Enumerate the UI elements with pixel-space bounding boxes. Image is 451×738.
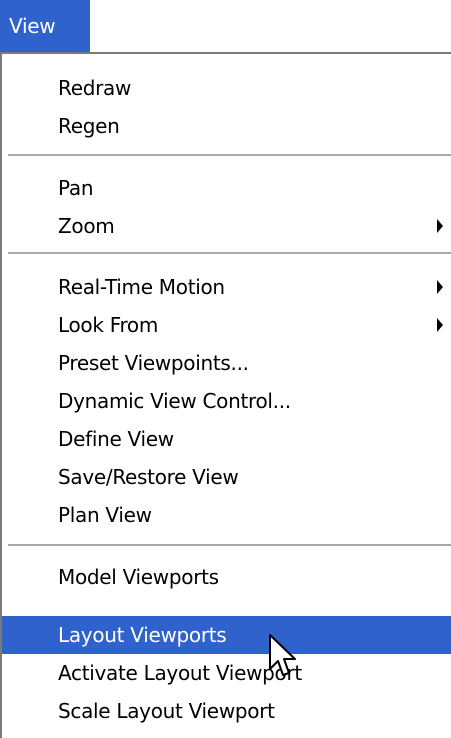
menu-item-preset-viewpoints[interactable]: Preset Viewpoints... — [2, 344, 451, 382]
menu-item-label: Model Viewports — [58, 565, 219, 589]
menu-item-regen[interactable]: Regen — [2, 107, 451, 145]
menu-item-label: Real-Time Motion — [58, 275, 225, 299]
submenu-arrow-icon — [437, 318, 443, 332]
menu-item-look-from[interactable]: Look From — [2, 306, 451, 344]
menu-item-label: Redraw — [58, 76, 132, 100]
menu-item-layout-viewports[interactable]: Layout Viewports — [2, 616, 451, 654]
menu-item-plan-view[interactable]: Plan View — [2, 496, 451, 534]
menu-item-label: Scale Layout Viewport — [58, 699, 275, 723]
arrow-pointer-icon — [269, 634, 296, 676]
menu-item-label: Pan — [58, 176, 94, 200]
menu-item-redraw[interactable]: Redraw — [2, 69, 451, 107]
view-menu-title[interactable]: View — [0, 0, 90, 52]
menu-item-scale-layout-viewport[interactable]: Scale Layout Viewport — [2, 692, 451, 730]
menu-item-label: Zoom — [58, 214, 115, 238]
menu-separator — [8, 252, 451, 255]
menu-separator — [8, 154, 451, 157]
menu-item-label: Look From — [58, 313, 159, 337]
menu-item-pan[interactable]: Pan — [2, 169, 451, 207]
menu-item-label: Dynamic View Control... — [58, 389, 291, 413]
menu-item-label: Activate Layout Viewport — [58, 661, 302, 685]
menu-item-save-restore-view[interactable]: Save/Restore View — [2, 458, 451, 496]
submenu-arrow-icon — [437, 219, 443, 233]
menu-item-label: Layout Viewports — [58, 623, 227, 647]
menu-item-zoom[interactable]: Zoom — [2, 207, 451, 245]
menu-item-dynamic-view-control[interactable]: Dynamic View Control... — [2, 382, 451, 420]
menu-item-label: Preset Viewpoints... — [58, 351, 249, 375]
menu-item-label: Save/Restore View — [58, 465, 239, 489]
view-dropdown-menu: Redraw Regen Pan Zoom Real-Time Motion L… — [0, 52, 451, 738]
menu-item-label: Define View — [58, 427, 174, 451]
menu-item-activate-layout-viewport[interactable]: Activate Layout Viewport — [2, 654, 451, 692]
submenu-arrow-icon — [437, 280, 443, 294]
menu-item-label: Plan View — [58, 503, 152, 527]
menu-item-define-view[interactable]: Define View — [2, 420, 451, 458]
menu-item-label: Regen — [58, 114, 120, 138]
menu-separator — [8, 544, 451, 547]
menu-item-real-time-motion[interactable]: Real-Time Motion — [2, 268, 451, 306]
menu-item-model-viewports[interactable]: Model Viewports — [2, 558, 451, 596]
